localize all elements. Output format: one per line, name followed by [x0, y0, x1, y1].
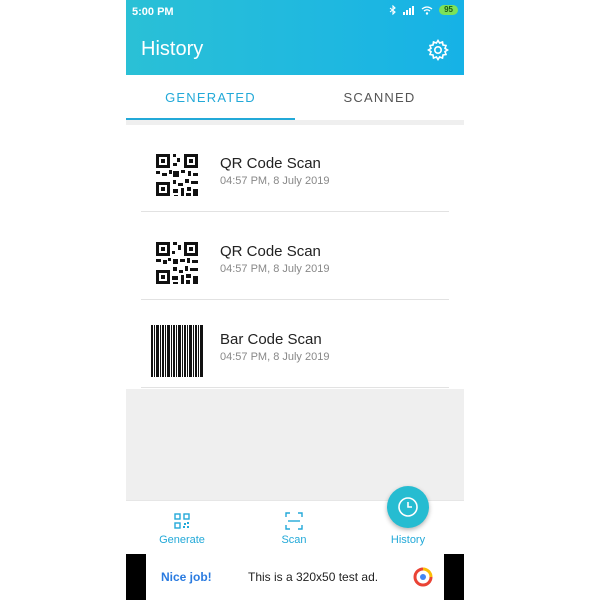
ad-text: This is a 320x50 test ad. — [248, 570, 379, 584]
qr-code-icon — [156, 242, 198, 284]
status-time: 5:00 PM — [132, 6, 174, 18]
ad-banner[interactable]: Nice job! This is a 320x50 test ad. — [126, 554, 464, 600]
tab-indicator — [126, 118, 295, 120]
divider — [141, 299, 449, 300]
list-item[interactable]: QR Code Scan 04:57 PM, 8 July 2019 — [126, 125, 464, 212]
tab-generated[interactable]: GENERATED — [126, 75, 295, 120]
history-fab[interactable] — [387, 486, 429, 528]
nav-label: Generate — [159, 534, 205, 546]
ad-content: Nice job! This is a 320x50 test ad. — [146, 554, 444, 600]
nav-generate[interactable]: Generate — [126, 501, 238, 555]
ad-headline: Nice job! — [161, 570, 212, 584]
item-timestamp: 04:57 PM, 8 July 2019 — [220, 351, 330, 363]
divider — [141, 211, 449, 212]
list-item[interactable]: Bar Code Scan 04:57 PM, 8 July 2019 — [126, 301, 464, 388]
item-title: QR Code Scan — [220, 155, 321, 172]
scan-frame-icon — [285, 512, 303, 530]
nav-scan[interactable]: Scan — [238, 501, 350, 555]
item-title: Bar Code Scan — [220, 331, 322, 348]
battery-indicator: 95 — [439, 5, 458, 15]
status-icons: 95 — [389, 5, 458, 15]
signal-icon — [403, 5, 415, 15]
page-title: History — [141, 38, 204, 60]
adchoices-logo-icon — [413, 567, 433, 587]
tab-bar: GENERATED SCANNED — [126, 75, 464, 120]
nav-label: Scan — [281, 534, 307, 546]
phone-screen: 5:00 PM 95 History GENERATED SCANNED QR … — [126, 0, 464, 600]
barcode-icon — [151, 325, 203, 377]
item-timestamp: 04:57 PM, 8 July 2019 — [220, 175, 330, 187]
bluetooth-icon — [389, 5, 396, 15]
history-list: QR Code Scan 04:57 PM, 8 July 2019 QR Co… — [126, 125, 464, 389]
item-title: QR Code Scan — [220, 243, 321, 260]
tab-scanned[interactable]: SCANNED — [295, 75, 464, 120]
wifi-icon — [421, 5, 433, 15]
tab-label: GENERATED — [165, 90, 256, 105]
app-bar: 5:00 PM 95 History — [126, 0, 464, 75]
tab-label: SCANNED — [343, 90, 416, 105]
nav-label: History — [390, 534, 426, 546]
divider — [141, 387, 449, 388]
clock-icon — [398, 497, 418, 517]
item-timestamp: 04:57 PM, 8 July 2019 — [220, 263, 330, 275]
gear-icon — [427, 39, 449, 61]
settings-button[interactable] — [426, 38, 450, 62]
qr-frame-icon — [174, 513, 190, 529]
qr-code-icon — [156, 154, 198, 196]
list-item[interactable]: QR Code Scan 04:57 PM, 8 July 2019 — [126, 213, 464, 300]
